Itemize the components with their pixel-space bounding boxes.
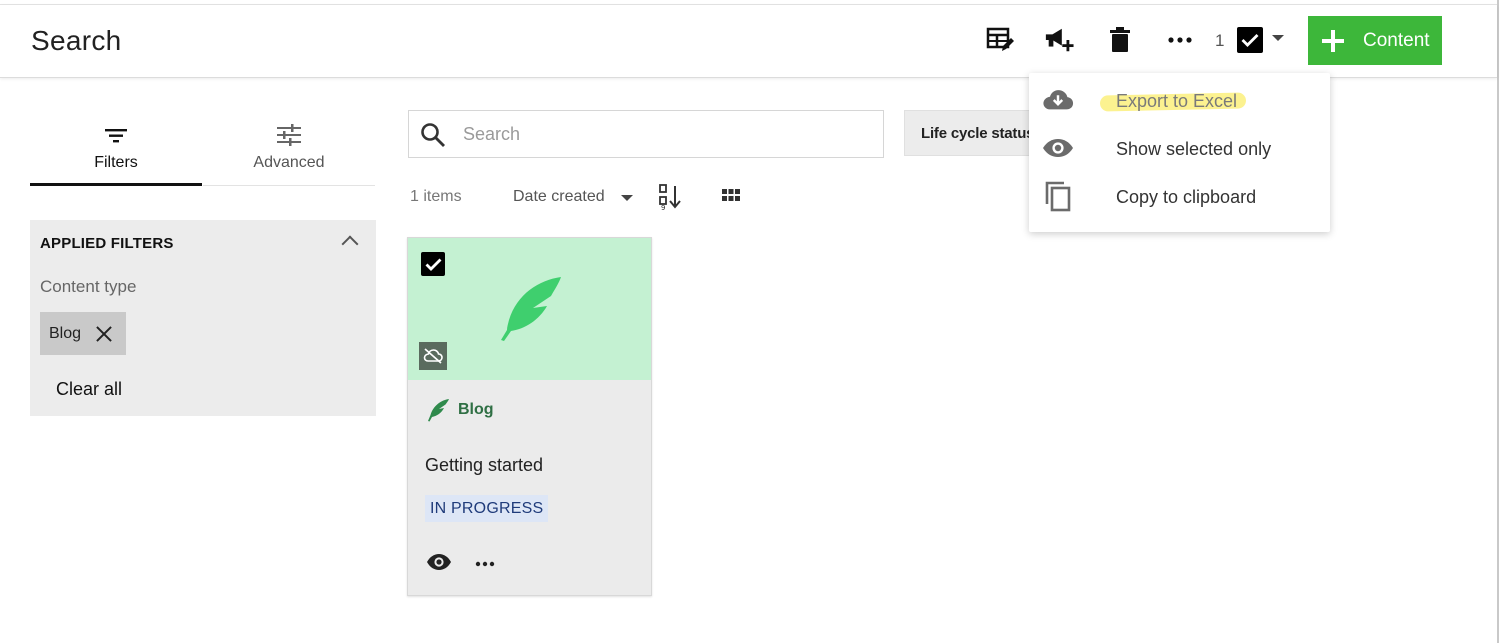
menu-item-export-to-excel[interactable]: Export to Excel [1029, 76, 1330, 124]
card-content-type: Blog [426, 398, 494, 422]
bulk-actions-menu: Export to Excel Show selected only Copy … [1029, 73, 1330, 232]
menu-item-show-selected-only[interactable]: Show selected only [1029, 124, 1330, 172]
sliders-icon [203, 120, 375, 150]
filter-icon [30, 120, 202, 150]
tab-advanced[interactable]: Advanced [203, 120, 375, 186]
window-right-edge [1497, 0, 1503, 643]
eye-icon[interactable] [426, 553, 452, 576]
tab-filters-label: Filters [94, 154, 138, 171]
add-content-button[interactable]: Content [1308, 16, 1442, 65]
more-horizontal-icon[interactable] [1165, 25, 1195, 55]
feather-small-icon [428, 399, 449, 422]
selected-count: 1 [1215, 31, 1225, 50]
menu-item-label: Show selected only [1116, 139, 1272, 159]
search-field[interactable] [408, 110, 884, 158]
trash-icon[interactable] [1105, 25, 1135, 55]
lifecycle-status-filter[interactable]: Life cycle status [904, 110, 1030, 156]
filter-group-label: Content type [40, 277, 137, 296]
menu-item-label: Copy to clipboard [1116, 187, 1257, 207]
plus-icon [1322, 29, 1344, 52]
card-type-label: Blog [458, 401, 494, 418]
filter-chip-blog[interactable]: Blog [40, 312, 126, 355]
filter-chip-label: Blog [49, 324, 82, 342]
feather-icon [501, 277, 561, 341]
check-icon [425, 258, 441, 271]
sort-caret-icon[interactable] [621, 195, 633, 201]
eye-icon [1042, 134, 1074, 162]
edit-table-icon[interactable] [985, 25, 1015, 55]
menu-item-label: Export to Excel [1116, 91, 1238, 111]
select-all-checkbox[interactable] [1237, 27, 1263, 53]
grid-view-icon[interactable] [720, 185, 742, 212]
tab-filters[interactable]: Filters [30, 120, 202, 186]
tab-advanced-label: Advanced [253, 154, 325, 171]
status-badge: IN PROGRESS [425, 495, 549, 522]
content-card[interactable]: Blog Getting started IN PROGRESS [407, 237, 652, 596]
search-icon [421, 123, 445, 147]
svg-text:9: 9 [661, 204, 665, 211]
header-bar: Search 1 Content [0, 5, 1497, 78]
card-more-icon[interactable] [475, 554, 495, 572]
selection-menu-caret-icon[interactable] [1272, 35, 1284, 41]
remove-chip-icon[interactable] [95, 325, 113, 343]
sort-field-select[interactable]: Date created [513, 188, 605, 206]
card-thumbnail [408, 238, 651, 380]
check-icon [1241, 34, 1259, 47]
menu-item-copy-to-clipboard[interactable]: Copy to clipboard [1029, 172, 1330, 220]
applied-filters-title: APPLIED FILTERS [40, 235, 174, 252]
card-title[interactable]: Getting started [425, 455, 543, 476]
megaphone-add-icon[interactable] [1044, 25, 1074, 55]
clear-all-link[interactable]: Clear all [56, 379, 122, 400]
sort-direction-icon[interactable]: 9 [658, 183, 684, 216]
copy-icon [1042, 181, 1074, 212]
collapse-chevron-icon[interactable] [341, 235, 359, 253]
search-input[interactable] [463, 119, 863, 149]
cloud-download-icon [1042, 86, 1074, 114]
page-title: Search [31, 25, 122, 56]
cloud-off-icon [419, 342, 447, 370]
items-count: 1 items [410, 188, 462, 205]
add-content-label: Content [1363, 29, 1430, 51]
applied-filters-panel: APPLIED FILTERS Content type Blog Clear … [30, 220, 376, 416]
card-select-checkbox[interactable] [421, 252, 445, 276]
